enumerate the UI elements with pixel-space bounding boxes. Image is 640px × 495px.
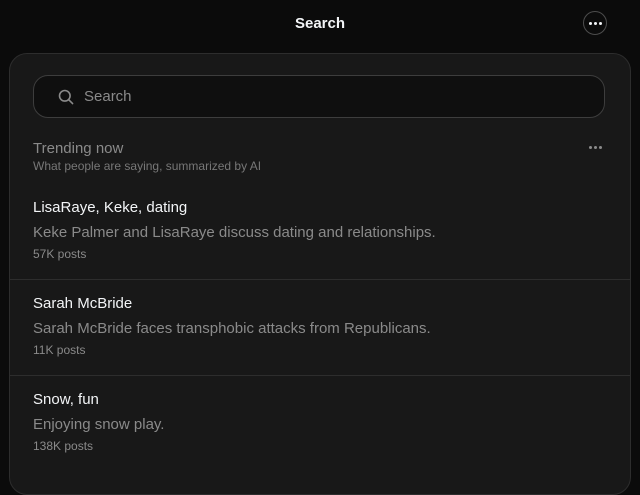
search-icon xyxy=(57,88,74,105)
more-horizontal-icon xyxy=(588,21,602,25)
trending-item-count: 11K posts xyxy=(33,343,86,357)
top-bar: Search xyxy=(0,0,640,48)
more-options-button[interactable] xyxy=(583,11,607,35)
trending-item-count: 138K posts xyxy=(33,439,94,453)
trending-item-description: Keke Palmer and LisaRaye discuss dating … xyxy=(33,224,436,241)
trending-item[interactable]: Snow, fun Enjoying snow play. 138K posts xyxy=(10,376,630,472)
trending-item-count: 57K posts xyxy=(33,247,87,261)
trending-header: Trending now What people are saying, sum… xyxy=(33,140,614,174)
trending-list: LisaRaye, Keke, dating Keke Palmer and L… xyxy=(10,184,630,472)
more-horizontal-icon xyxy=(589,146,592,149)
trending-item-title: Snow, fun xyxy=(33,391,99,408)
trending-item-title: Sarah McBride xyxy=(33,295,133,312)
search-bar[interactable] xyxy=(33,75,605,118)
trending-item-description: Sarah McBride faces transphobic attacks … xyxy=(33,320,431,337)
trending-subtitle: What people are saying, summarized by AI xyxy=(33,159,262,173)
trending-item-description: Enjoying snow play. xyxy=(33,416,165,433)
search-panel: Trending now What people are saying, sum… xyxy=(9,53,631,495)
trending-item[interactable]: LisaRaye, Keke, dating Keke Palmer and L… xyxy=(10,184,630,280)
trending-title: Trending now xyxy=(33,140,124,157)
trending-item-title: LisaRaye, Keke, dating xyxy=(33,199,188,216)
trending-item[interactable]: Sarah McBride Sarah McBride faces transp… xyxy=(10,280,630,376)
search-input[interactable] xyxy=(82,87,604,106)
trending-more-button[interactable] xyxy=(585,142,606,153)
page-title: Search xyxy=(294,15,346,32)
